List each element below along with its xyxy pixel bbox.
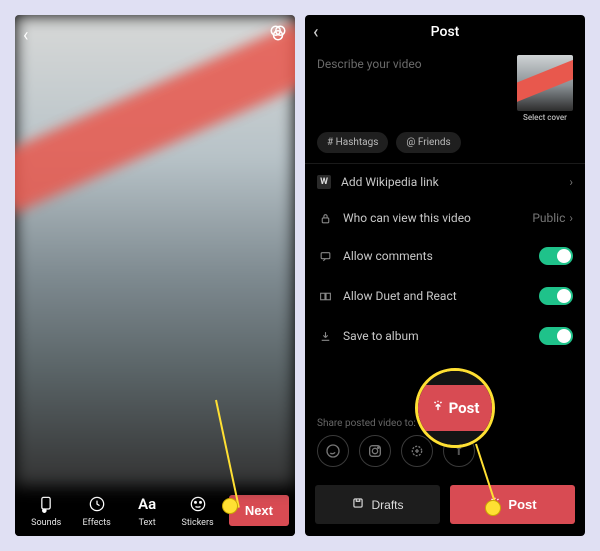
setting-label: Who can view this video — [343, 211, 522, 225]
wikipedia-icon: W — [317, 175, 331, 189]
share-whatsapp-icon[interactable] — [317, 435, 349, 467]
setting-comments: Allow comments — [305, 236, 585, 276]
tool-stickers[interactable]: Stickers — [172, 492, 222, 528]
tool-label: Sounds — [31, 518, 61, 528]
drafts-label: Drafts — [371, 498, 403, 512]
setting-label: Save to album — [343, 329, 529, 343]
comments-toggle[interactable] — [539, 247, 573, 265]
post-label: Post — [508, 497, 536, 512]
post-button[interactable]: Post — [450, 485, 575, 524]
lock-icon — [317, 212, 333, 225]
privacy-value: Public — [532, 211, 565, 225]
drafts-button[interactable]: Drafts — [315, 485, 440, 524]
post-screen: ‹ Post Describe your video Select cover … — [305, 15, 585, 536]
upload-icon — [488, 496, 502, 513]
comment-icon — [317, 250, 333, 263]
setting-wikipedia[interactable]: W Add Wikipedia link › — [305, 164, 585, 200]
tool-effects[interactable]: Effects — [71, 492, 121, 528]
editor-toolbar: Sounds Effects Aa Text Stickers Next — [15, 486, 295, 536]
download-icon — [317, 330, 333, 343]
setting-label: Allow Duet and React — [343, 289, 529, 303]
video-preview — [15, 15, 295, 486]
duet-toggle[interactable] — [539, 287, 573, 305]
clock-icon — [85, 492, 109, 516]
share-row: f — [305, 435, 585, 477]
post-header: ‹ Post — [305, 15, 585, 49]
tool-label: Effects — [83, 518, 111, 528]
save-toggle[interactable] — [539, 327, 573, 345]
next-button[interactable]: Next — [229, 495, 289, 526]
tool-label: Text — [139, 518, 156, 528]
text-icon: Aa — [135, 492, 159, 516]
setting-duet: Allow Duet and React — [305, 276, 585, 316]
cover-thumbnail[interactable] — [517, 55, 573, 111]
tool-sounds[interactable]: Sounds — [21, 492, 71, 528]
cover-label: Select cover — [523, 113, 567, 122]
page-title: Post — [431, 24, 460, 40]
setting-label: Allow comments — [343, 249, 529, 263]
share-instagram-icon[interactable] — [359, 435, 391, 467]
editor-screen: ‹ Sounds Effects Aa Text Stickers — [15, 15, 295, 536]
tool-text[interactable]: Aa Text — [122, 492, 172, 528]
filters-icon[interactable] — [269, 24, 287, 47]
drafts-icon — [351, 496, 365, 513]
hashtags-chip[interactable]: # Hashtags — [317, 132, 388, 153]
back-icon[interactable]: ‹ — [23, 25, 28, 46]
music-note-icon — [34, 492, 58, 516]
setting-label: Add Wikipedia link — [341, 175, 559, 189]
description-input[interactable]: Describe your video — [317, 55, 507, 122]
duet-icon — [317, 290, 333, 303]
share-more-icon[interactable] — [401, 435, 433, 467]
tool-label: Stickers — [182, 518, 214, 528]
friends-chip[interactable]: @ Friends — [396, 132, 460, 153]
chevron-right-icon: › — [569, 175, 573, 189]
back-icon[interactable]: ‹ — [313, 22, 319, 43]
sticker-icon — [186, 492, 210, 516]
setting-save: Save to album — [305, 316, 585, 356]
share-label: Share posted video to: — [305, 408, 585, 435]
share-facebook-icon[interactable]: f — [443, 435, 475, 467]
setting-privacy[interactable]: Who can view this video Public › — [305, 200, 585, 236]
